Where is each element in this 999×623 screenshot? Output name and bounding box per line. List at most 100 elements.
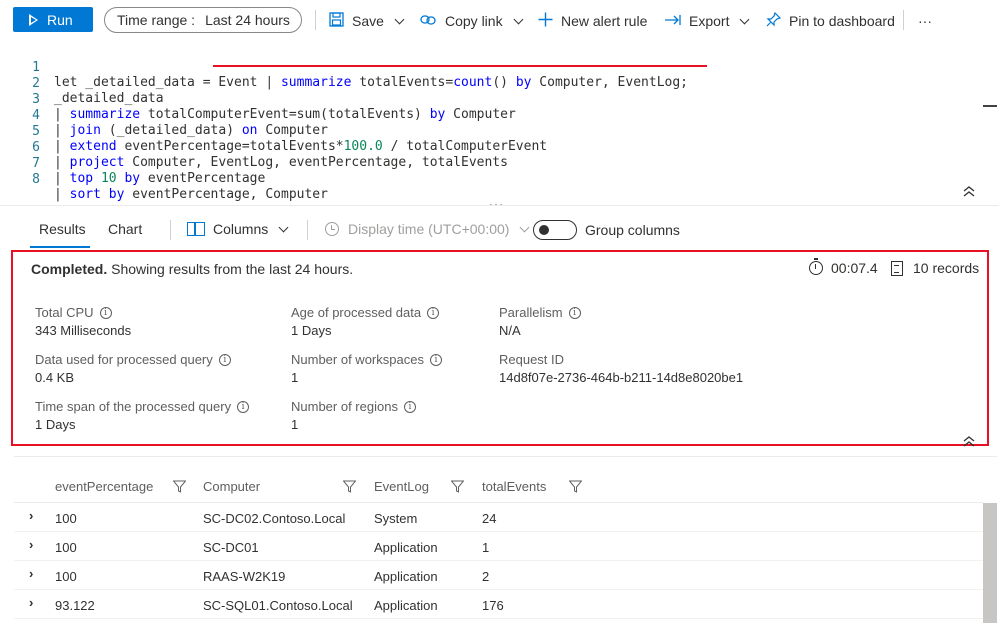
chevron-right-icon[interactable]: › [29,595,33,610]
code-text: | sort by eventPercentage, Computer [54,187,328,202]
stat-label: Time span of the processed query [35,399,232,414]
more-actions-button[interactable]: ··· [918,10,932,32]
table-row[interactable]: › 100 RAAS-W2K19 Application 2 [14,561,983,590]
cell-computer: SC-DC01 [203,540,259,555]
chevron-right-icon[interactable]: › [29,508,33,523]
copy-link-label: Copy link [445,13,503,29]
stat-regions: Number of regions i 1 [291,399,416,432]
stat-label: Number of regions [291,399,398,414]
results-tabs-bar: Results Chart Columns Display time (UTC+… [0,206,999,250]
chevron-right-icon[interactable]: › [29,566,33,581]
cell-computer: SC-SQL01.Contoso.Local [203,598,353,613]
save-label: Save [352,13,384,29]
copy-link-button[interactable]: Copy link [420,10,524,32]
info-icon[interactable]: i [237,400,250,413]
column-header-eventlog[interactable]: EventLog [374,479,429,494]
group-columns-toggle[interactable]: Group columns [533,220,680,240]
play-icon [29,13,38,26]
cell-eventlog: Application [374,540,438,555]
query-editor[interactable]: 1 let _detailed_data = Event | summarize… [0,40,999,202]
export-button[interactable]: Export [664,10,750,32]
display-time-label: Display time (UTC+00:00) [348,221,510,237]
stopwatch-icon [809,258,823,275]
filter-icon[interactable] [343,480,356,493]
info-icon[interactable]: i [427,306,440,319]
filter-icon[interactable] [569,480,582,493]
cell-eventpercentage: 93.122 [55,598,95,613]
cell-eventpercentage: 100 [55,540,77,555]
column-header-totalevents[interactable]: totalEvents [482,479,546,494]
cell-eventpercentage: 100 [55,569,77,584]
line-number: 8 [32,172,40,187]
filter-icon[interactable] [451,480,464,493]
info-icon[interactable]: i [99,306,112,319]
chevron-right-icon[interactable]: › [29,537,33,552]
grid-scrollbar[interactable] [983,503,997,623]
cell-totalevents: 24 [482,511,497,526]
more-icon: ··· [918,13,932,29]
table-row[interactable]: › 100 SC-DC02.Contoso.Local System 24 [14,503,983,532]
query-toolbar: Run Time range : Last 24 hours Save Copy… [0,0,999,40]
stat-label: Number of workspaces [291,352,424,367]
cell-totalevents: 2 [482,569,490,584]
pin-to-dashboard-button[interactable]: Pin to dashboard [766,10,895,32]
stat-time-span: Time span of the processed query i 1 Days [35,399,250,432]
stat-value: 14d8f07e-2736-464b-b211-14d8e8020be1 [499,370,744,385]
code-line: 2 _detailed_data [0,61,999,106]
tabs-divider [307,220,308,240]
stat-parallelism: Parallelism i N/A [499,305,581,338]
record-count: 10 records [891,260,979,276]
stat-label: Request ID [499,352,565,367]
chevron-down-icon [519,222,530,232]
cell-eventlog: Application [374,598,438,613]
table-row[interactable]: › 100 SC-DC01 Application 1 [14,532,983,561]
tabs-divider [170,220,171,240]
cell-computer: RAAS-W2K19 [203,569,286,584]
column-header-computer[interactable]: Computer [203,479,260,494]
columns-button[interactable]: Columns [187,221,289,237]
chevron-down-icon [278,222,289,232]
info-icon[interactable]: i [568,306,581,319]
tab-results[interactable]: Results [39,221,86,237]
pin-to-dashboard-label: Pin to dashboard [789,13,895,29]
display-time-dropdown[interactable]: Display time (UTC+00:00) [325,221,530,237]
code-line: 5 | extend eventPercentage=totalEvents*1… [0,109,999,154]
info-icon[interactable]: i [403,400,416,413]
filter-icon[interactable] [173,480,186,493]
new-alert-rule-button[interactable]: New alert rule [538,10,647,32]
export-arrow-icon [664,13,681,30]
stat-value: 343 Milliseconds [35,323,132,338]
stat-label: Data used for processed query [35,352,213,367]
cell-eventpercentage: 100 [55,511,77,526]
export-label: Export [689,13,730,29]
run-label: Run [47,11,73,28]
info-icon[interactable]: i [429,353,442,366]
time-range-picker[interactable]: Time range : Last 24 hours [104,7,302,33]
chevron-down-icon [740,14,750,24]
save-button[interactable]: Save [329,10,405,32]
cell-computer: SC-DC02.Contoso.Local [203,511,346,526]
query-details-panel: Completed. Showing results from the last… [11,250,989,446]
toggle-switch[interactable] [533,220,577,240]
columns-icon [187,222,205,236]
time-range-value: Last 24 hours [205,12,290,28]
stat-total-cpu: Total CPU i 343 Milliseconds [35,305,131,338]
table-row[interactable]: › 93.122 SC-SQL01.Contoso.Local Applicat… [14,590,983,619]
stat-value: 0.4 KB [35,370,75,385]
run-button[interactable]: Run [13,7,93,32]
stat-label: Age of processed data [291,305,422,320]
code-line: 3 | summarize totalComputerEvent=sum(tot… [0,77,999,122]
collapse-details-icon[interactable] [963,436,975,450]
cell-eventlog: System [374,511,418,526]
chevron-down-icon [513,14,524,24]
stat-value: N/A [499,323,521,338]
stat-label: Parallelism [499,305,563,320]
plus-icon [538,12,553,31]
column-header-eventpercentage[interactable]: eventPercentage [55,479,153,494]
record-count-value: 10 records [913,260,980,276]
tab-chart[interactable]: Chart [108,221,142,237]
info-icon[interactable]: i [218,353,231,366]
group-columns-label: Group columns [585,222,680,238]
collapse-editor-icon[interactable] [963,186,975,200]
document-icon [891,260,903,276]
